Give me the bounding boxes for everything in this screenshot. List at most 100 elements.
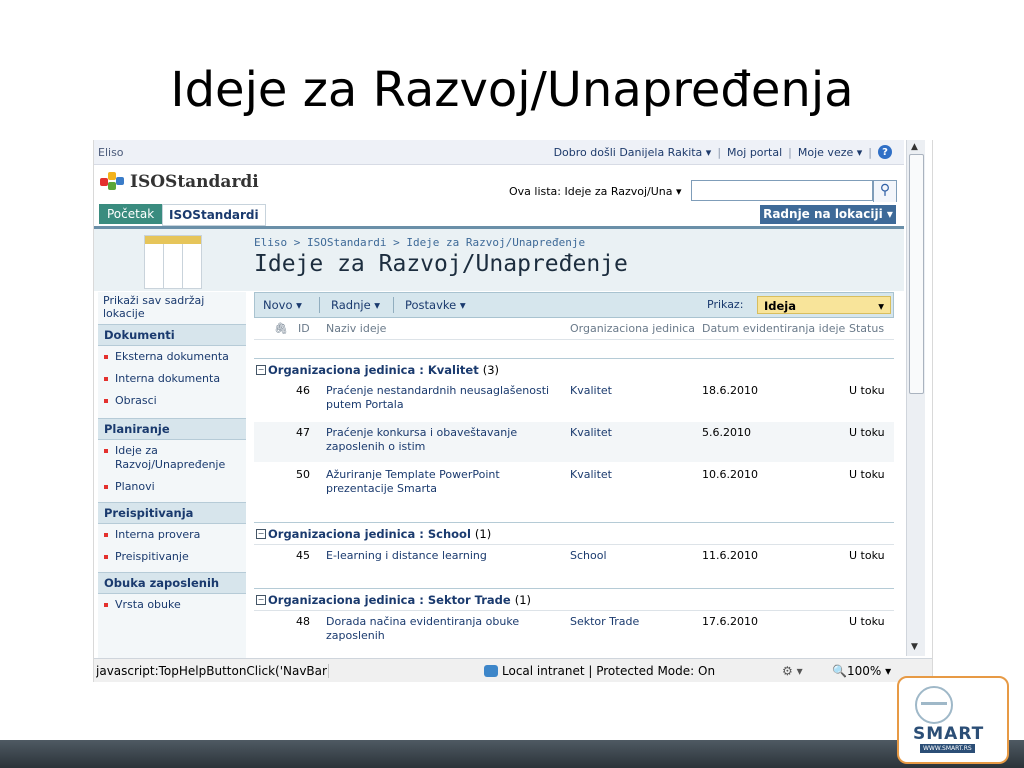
toolbar-separator (319, 297, 320, 313)
site-header: ISOStandardi Ova lista: Ideje za Razvoj/… (94, 165, 904, 207)
row-name-link[interactable]: Praćenje nestandardnih neusaglašenosti p… (326, 384, 556, 412)
actions-menu[interactable]: Radnje ▾ (331, 298, 380, 312)
security-zone-text: Local intranet | Protected Mode: On (502, 664, 716, 678)
scrollbar-thumb[interactable] (909, 154, 924, 394)
table-row[interactable]: 48 Dorada načina evidentiranja obuke zap… (254, 610, 894, 651)
row-id: 48 (296, 615, 310, 628)
site-logo-icon (100, 172, 124, 192)
welcome-menu[interactable]: Dobro došli Danijela Rakita ▾ (554, 146, 712, 159)
group-header[interactable]: − Organizaciona jedinica : Sektor Trade … (254, 588, 894, 609)
collapse-icon[interactable]: − (256, 529, 266, 539)
column-header-date[interactable]: Datum evidentiranja ideje (702, 322, 845, 335)
tab-isostandardi[interactable]: ISOStandardi (162, 204, 266, 226)
quick-launch-item[interactable]: Interna provera (98, 524, 246, 546)
column-headers: 🖇 ID Naziv ideje Organizaciona jedinica … (254, 319, 894, 340)
zoom-level-menu[interactable]: 🔍100% ▾ (832, 664, 891, 678)
table-row[interactable]: 50 Ažuriranje Template PowerPoint prezen… (254, 464, 894, 504)
group-header[interactable]: − Organizaciona jedinica : Kvalitet (3) (254, 358, 894, 379)
group-label: Organizaciona jedinica : Kvalitet (268, 363, 479, 377)
table-row[interactable]: 45 E-learning i distance learning School… (254, 544, 894, 569)
slide-title: Ideje za Razvoj/Unapređenja (170, 62, 854, 118)
quick-launch-heading-preispitivanja[interactable]: Preispitivanja (98, 502, 246, 524)
view-select[interactable]: Ideja ▾ (757, 296, 891, 314)
browser-screenshot: Eliso Dobro došli Danijela Rakita ▾ | Mo… (93, 140, 933, 682)
site-actions-menu[interactable]: Radnje na lokaciji ▾ (760, 205, 896, 224)
new-menu[interactable]: Novo ▾ (263, 298, 302, 312)
search-button[interactable]: ⚲ (873, 180, 897, 203)
quick-launch-item[interactable]: Planovi (98, 476, 246, 502)
column-header-status[interactable]: Status (849, 322, 884, 335)
quick-launch-item[interactable]: Ideje za Razvoj/Unapređenje (98, 440, 246, 476)
row-id: 46 (296, 384, 310, 397)
breadcrumb[interactable]: Eliso > ISOStandardi > Ideje za Razvoj/U… (254, 236, 585, 249)
title-area: Eliso > ISOStandardi > Ideje za Razvoj/U… (94, 229, 904, 291)
search-scope-select[interactable]: Ova lista: Ideje za Razvoj/Una ▾ (509, 185, 682, 198)
top-bar-links: Dobro došli Danijela Rakita ▾ | Moj port… (554, 145, 892, 159)
table-row[interactable]: 47 Praćenje konkursa i obaveštavanje zap… (254, 422, 894, 462)
smart-logo-word: SMART (913, 724, 985, 744)
my-links-menu[interactable]: Moje veze ▾ (798, 146, 862, 159)
separator: | (868, 145, 872, 159)
row-org[interactable]: Sektor Trade (570, 615, 639, 629)
tab-home[interactable]: Početak (99, 204, 163, 224)
quick-launch-item[interactable]: Eksterna dokumenta (98, 346, 246, 368)
top-bar: Eliso Dobro došli Danijela Rakita ▾ | Mo… (94, 140, 904, 165)
search-icon: ⚲ (879, 182, 891, 198)
my-portal-link[interactable]: Moj portal (727, 146, 782, 159)
quick-launch-heading-dokumenti[interactable]: Dokumenti (98, 324, 246, 346)
row-status: U toku (849, 615, 885, 628)
collapse-icon[interactable]: − (256, 595, 266, 605)
top-navigation: Početak ISOStandardi Radnje na lokaciji … (94, 202, 904, 229)
row-name-link[interactable]: E-learning i distance learning (326, 549, 556, 563)
chevron-down-icon: ▾ (878, 299, 884, 313)
settings-menu[interactable]: Postavke ▾ (405, 298, 466, 312)
quick-launch-item[interactable]: Preispitivanje (98, 546, 246, 572)
toolbar-separator (393, 297, 394, 313)
column-header-org[interactable]: Organizaciona jedinica (570, 322, 695, 335)
view-all-content-link[interactable]: Prikaži sav sadržaj lokacije (98, 292, 246, 324)
scroll-up-icon[interactable]: ▲ (911, 142, 918, 152)
column-header-id[interactable]: ID (298, 322, 310, 335)
row-date: 18.6.2010 (702, 384, 758, 397)
protected-mode-menu[interactable]: ⚙ ▾ (782, 664, 803, 678)
globe-icon (915, 686, 953, 724)
view-label: Prikaz: (707, 298, 744, 311)
column-header-name[interactable]: Naziv ideje (326, 322, 386, 335)
group-label: Organizaciona jedinica : Sektor Trade (268, 593, 511, 607)
row-org[interactable]: Kvalitet (570, 384, 612, 398)
quick-launch-item[interactable]: Interna dokumenta (98, 368, 246, 390)
help-icon[interactable]: ? (878, 145, 892, 159)
row-date: 10.6.2010 (702, 468, 758, 481)
site-logo[interactable]: ISOStandardi (100, 172, 259, 192)
table-row[interactable]: 46 Praćenje nestandardnih neusaglašenost… (254, 380, 894, 420)
row-id: 50 (296, 468, 310, 481)
attachment-icon[interactable]: 🖇 (274, 322, 288, 335)
row-name-link[interactable]: Ažuriranje Template PowerPoint prezentac… (326, 468, 556, 496)
group-header[interactable]: − Organizaciona jedinica : School (1) (254, 522, 894, 543)
vertical-scrollbar[interactable]: ▲ ▼ (906, 140, 925, 656)
smart-logo-url: WWW.SMART.RS (920, 744, 975, 753)
quick-launch-heading-planiranje[interactable]: Planiranje (98, 418, 246, 440)
row-name-link[interactable]: Praćenje konkursa i obaveštavanje zaposl… (326, 426, 556, 454)
separator: | (788, 145, 792, 159)
row-org[interactable]: School (570, 549, 607, 563)
list-view: Novo ▾ Radnje ▾ Postavke ▾ Prikaz: Ideja… (254, 292, 894, 662)
row-org[interactable]: Kvalitet (570, 426, 612, 440)
row-date: 17.6.2010 (702, 615, 758, 628)
quick-launch-item[interactable]: Vrsta obuke (98, 594, 246, 616)
site-name-link[interactable]: Eliso (98, 146, 124, 159)
site-logo-text: ISOStandardi (130, 172, 259, 192)
quick-launch-item[interactable]: Obrasci (98, 390, 246, 418)
scroll-down-icon[interactable]: ▼ (911, 642, 918, 652)
security-zone: Local intranet | Protected Mode: On (484, 664, 715, 678)
row-org[interactable]: Kvalitet (570, 468, 612, 482)
page-title: Ideje za Razvoj/Unapređenje (254, 251, 628, 277)
search-input[interactable] (691, 180, 873, 201)
row-name-link[interactable]: Dorada načina evidentiranja obuke zaposl… (326, 615, 556, 643)
view-select-value: Ideja (764, 299, 797, 313)
collapse-icon[interactable]: − (256, 365, 266, 375)
row-status: U toku (849, 426, 885, 439)
quick-launch-heading-obuka[interactable]: Obuka zaposlenih (98, 572, 246, 594)
group-count: (1) (474, 527, 492, 541)
row-date: 5.6.2010 (702, 426, 751, 439)
